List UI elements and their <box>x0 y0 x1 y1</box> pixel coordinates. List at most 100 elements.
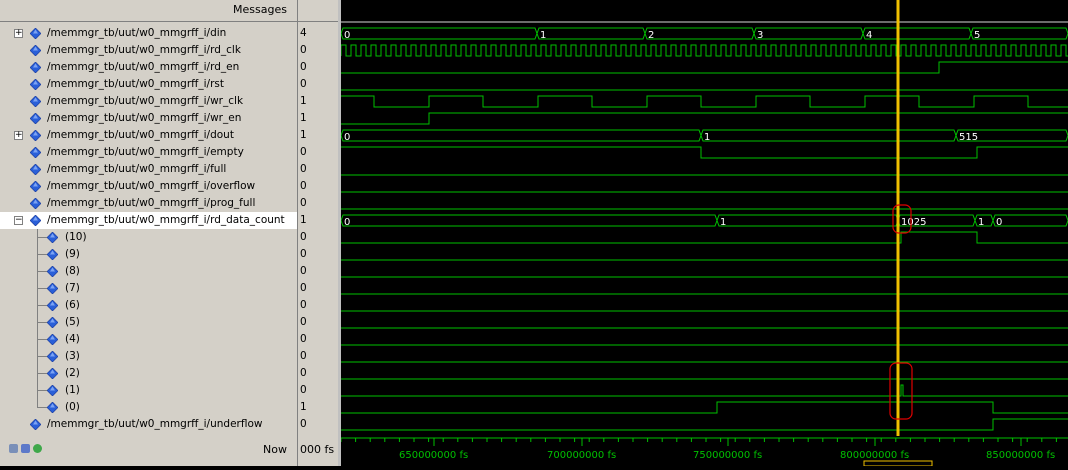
bus-segment-rd_data_count <box>340 214 718 227</box>
toolbar-strip: Now <box>0 436 297 466</box>
signal-diamond-icon <box>46 333 59 346</box>
tree-line <box>37 390 47 391</box>
signal-name: /memmgr_tb/uut/w0_mmgrff_i/rd_clk <box>47 44 241 56</box>
bit-name: (9) <box>65 248 80 260</box>
time-ruler[interactable]: 650000000 fs 700000000 fs 750000000 fs 8000… <box>340 436 1068 467</box>
cursor-marker <box>863 460 933 467</box>
bus-segment-rd_data_count <box>716 214 899 227</box>
signal-row-rd_clk[interactable]: /memmgr_tb/uut/w0_mmgrff_i/rd_clk <box>0 42 297 59</box>
signal-value: 0 <box>300 180 307 192</box>
signal-row-rd_en[interactable]: /memmgr_tb/uut/w0_mmgrff_i/rd_en <box>0 59 297 76</box>
signal-diamond-icon <box>46 401 59 414</box>
signal-name: /memmgr_tb/uut/w0_mmgrff_i/empty <box>47 146 244 158</box>
expand-icon[interactable]: + <box>14 29 23 38</box>
signal-row-dout[interactable]: + /memmgr_tb/uut/w0_mmgrff_i/dout <box>0 127 297 144</box>
signal-row-b4[interactable]: (4) <box>0 331 297 348</box>
waveform-canvas[interactable]: 0 1 2 3 4 5 0 1 515 0 1 1025 1 0 <box>340 0 1068 436</box>
signal-diamond-icon <box>46 248 59 261</box>
bus-value-label-din: 3 <box>757 30 763 41</box>
zoom-icon[interactable] <box>21 444 30 453</box>
wave-underflow <box>341 418 1068 431</box>
signal-row-b9[interactable]: (9) <box>0 246 297 263</box>
now-value-cell: 000 fs <box>298 436 338 466</box>
signal-value: 0 <box>300 350 307 362</box>
signal-diamond-icon <box>29 44 42 57</box>
values-header <box>298 0 338 22</box>
signal-row-full[interactable]: /memmgr_tb/uut/w0_mmgrff_i/full <box>0 161 297 178</box>
signal-value: 0 <box>300 418 307 430</box>
bus-value-label-dout: 1 <box>704 132 710 143</box>
signal-diamond-icon <box>46 367 59 380</box>
tree-line <box>37 305 47 306</box>
signal-row-b10[interactable]: (10) <box>0 229 297 246</box>
wave-icon[interactable] <box>9 444 18 453</box>
signal-value: 0 <box>300 61 307 73</box>
signal-value: 4 <box>300 27 307 39</box>
bus-segment-din <box>862 27 972 40</box>
signal-name: /memmgr_tb/uut/w0_mmgrff_i/wr_clk <box>47 95 244 107</box>
signal-diamond-icon <box>46 231 59 244</box>
bus-value-label-din: 1 <box>540 30 546 41</box>
signal-name: /memmgr_tb/uut/w0_mmgrff_i/din <box>47 27 227 39</box>
bit-name: (1) <box>65 384 80 396</box>
tree-line <box>37 356 47 357</box>
signal-row-wr_en[interactable]: /memmgr_tb/uut/w0_mmgrff_i/wr_en <box>0 110 297 127</box>
signal-name: /memmgr_tb/uut/w0_mmgrff_i/wr_en <box>47 112 242 124</box>
now-value: 000 fs <box>300 443 335 456</box>
signal-row-empty[interactable]: /memmgr_tb/uut/w0_mmgrff_i/empty <box>0 144 297 161</box>
signal-name: /memmgr_tb/uut/w0_mmgrff_i/prog_full <box>47 197 256 209</box>
collapse-icon[interactable]: − <box>14 216 23 225</box>
bit-name: (8) <box>65 265 80 277</box>
timeline-footer: Now 000 fs 650000000 fs 700000000 fs 75000… <box>0 436 1068 467</box>
signal-row-b6[interactable]: (6) <box>0 297 297 314</box>
add-icon[interactable] <box>33 444 42 453</box>
signal-row-din[interactable]: + /memmgr_tb/uut/w0_mmgrff_i/din <box>0 25 297 42</box>
ruler-label: 850000000 fs <box>986 450 1055 461</box>
signal-diamond-icon <box>29 163 42 176</box>
ruler-label: 650000000 fs <box>399 450 468 461</box>
signal-name: /memmgr_tb/uut/w0_mmgrff_i/full <box>47 163 227 175</box>
bus-value-label-din: 5 <box>974 30 980 41</box>
signal-row-rd_data_count[interactable]: − /memmgr_tb/uut/w0_mmgrff_i/rd_data_coun… <box>0 212 297 229</box>
signal-value: 0 <box>300 367 307 379</box>
signal-name: /memmgr_tb/uut/w0_mmgrff_i/overflow <box>47 180 256 192</box>
signal-diamond-icon <box>29 112 42 125</box>
bus-value-label-din: 0 <box>344 30 350 41</box>
signal-value: 0 <box>300 265 307 277</box>
signal-row-prog_full[interactable]: /memmgr_tb/uut/w0_mmgrff_i/prog_full <box>0 195 297 212</box>
signal-row-overflow[interactable]: /memmgr_tb/uut/w0_mmgrff_i/overflow <box>0 178 297 195</box>
signal-row-b3[interactable]: (3) <box>0 348 297 365</box>
bus-value-label-dout: 515 <box>959 132 978 143</box>
waveform-area[interactable]: 0 1 2 3 4 5 0 1 515 0 1 1025 1 0 <box>340 0 1068 436</box>
signal-value: 0 <box>300 78 307 90</box>
ruler-label: 800000000 fs <box>840 450 909 461</box>
signal-diamond-icon <box>46 265 59 278</box>
expand-icon[interactable]: + <box>14 131 23 140</box>
signal-row-b1[interactable]: (1) <box>0 382 297 399</box>
signal-value: 0 <box>300 333 307 345</box>
signal-name: /memmgr_tb/uut/w0_mmgrff_i/underflow <box>47 418 263 430</box>
bit-name: (7) <box>65 282 80 294</box>
bit-name: (3) <box>65 350 80 362</box>
signal-row-underflow[interactable]: /memmgr_tb/uut/w0_mmgrff_i/underflow <box>0 416 297 433</box>
signal-row-rst[interactable]: /memmgr_tb/uut/w0_mmgrff_i/rst <box>0 76 297 93</box>
bus-value-label-rd_data_count: 0 <box>996 217 1002 228</box>
bus-value-label-dout: 0 <box>344 132 350 143</box>
signal-row-b0[interactable]: (0) <box>0 399 297 416</box>
pane-divider[interactable] <box>297 0 298 466</box>
signal-row-wr_clk[interactable]: /memmgr_tb/uut/w0_mmgrff_i/wr_clk <box>0 93 297 110</box>
signal-value: 0 <box>300 163 307 175</box>
wave-rd_clk <box>340 44 1068 57</box>
tree-line <box>37 271 47 272</box>
signal-row-b5[interactable]: (5) <box>0 314 297 331</box>
wave-rd_en <box>341 61 1068 74</box>
bus-value-label-rd_data_count: 1025 <box>901 217 926 228</box>
signal-value: 1 <box>300 129 307 141</box>
signal-row-b2[interactable]: (2) <box>0 365 297 382</box>
signal-row-b8[interactable]: (8) <box>0 263 297 280</box>
signal-row-b7[interactable]: (7) <box>0 280 297 297</box>
signal-diamond-icon <box>46 299 59 312</box>
ruler-label: 750000000 fs <box>693 450 762 461</box>
bus-segment-din <box>644 27 755 40</box>
bus-value-label-rd_data_count: 0 <box>344 217 350 228</box>
